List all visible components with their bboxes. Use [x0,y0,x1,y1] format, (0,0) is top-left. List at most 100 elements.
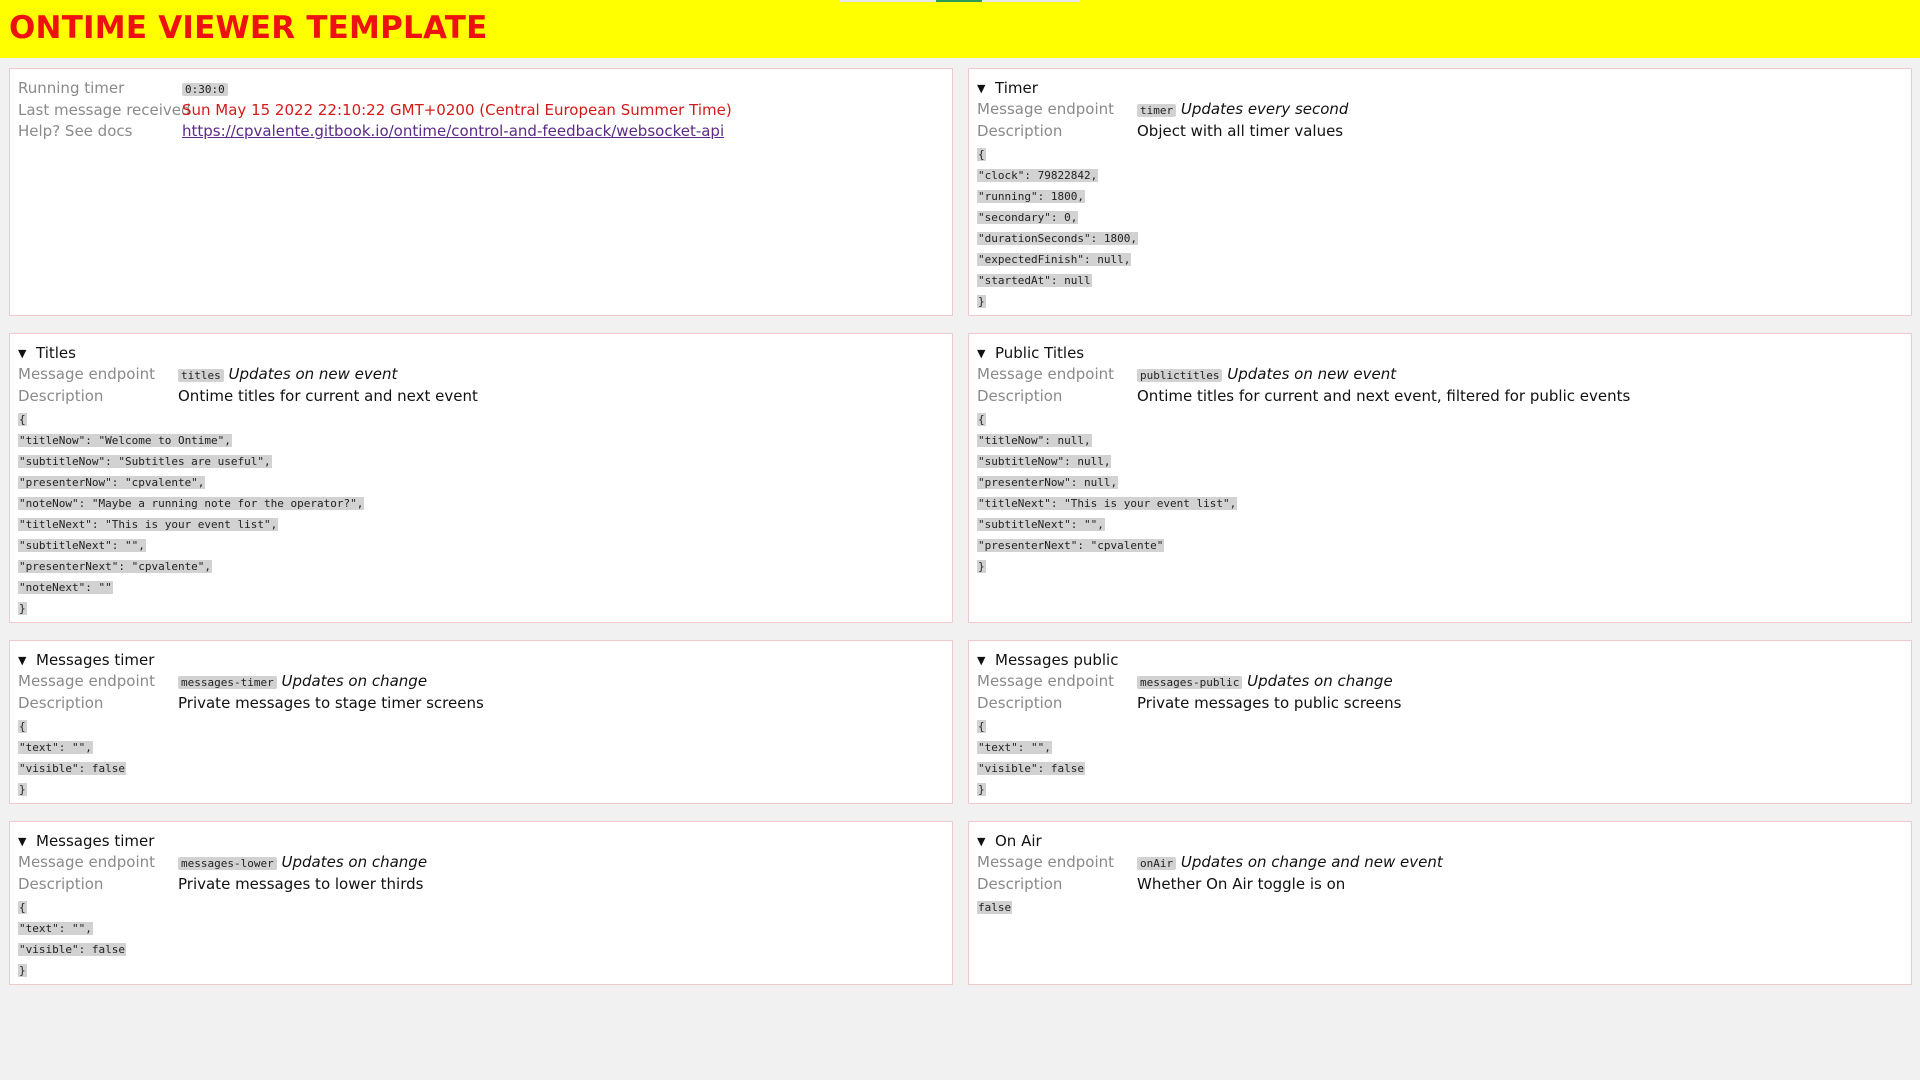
json-line: } [18,783,27,796]
json-line: "expectedFinish": null, [977,253,1132,266]
json-line: "visible": false [18,762,126,775]
on-air-panel: ▼ On Air Message endpoint onAir Updates on… [968,821,1912,985]
json-line: "subtitleNext": "", [18,539,146,552]
json-line: "titleNow": "Welcome to Ontime", [18,434,232,447]
status-panel: Running timer 0:30:0 Last message receiv… [9,68,953,316]
endpoint-label: Message endpoint [977,365,1115,383]
timer-description: Object with all timer values [1137,122,1344,140]
json-line: "subtitleNow": null, [977,455,1112,468]
docs-link[interactable]: https://cpvalente.gitbook.io/ontime/cont… [182,121,724,142]
titles-panel: ▼ Titles Message endpoint titles Updates o… [9,333,953,623]
json-line: "startedAt": null [977,274,1092,287]
json-line: } [18,602,27,615]
page-title: ONTIME VIEWER TEMPLATE [9,10,488,46]
titles-summary[interactable]: ▼ Titles [18,343,944,364]
messages-public-description: Private messages to public screens [1137,694,1402,712]
last-message-row: Last message received Sun May 15 2022 22… [18,100,944,121]
public-titles-panel: ▼ Public Titles Message endpoint publictit… [968,333,1912,623]
endpoint-label: Message endpoint [18,853,156,871]
json-line: "subtitleNow": "Subtitles are useful", [18,455,272,468]
json-line: "noteNow": "Maybe a running note for the… [18,497,365,510]
json-line: "presenterNext": "cpvalente", [18,560,213,573]
description-label: Description [18,875,104,893]
json-line: "visible": false [18,943,126,956]
running-timer-row: Running timer 0:30:0 [18,78,944,100]
description-label: Description [977,122,1063,140]
timer-update: Updates every second [1180,100,1349,118]
messages-public-title: Messages public [995,651,1119,669]
json-line: { [18,413,27,426]
messages-lower-summary[interactable]: ▼ Messages timer [18,831,944,852]
help-row: Help? See docs https://cpvalente.gitbook… [18,121,944,142]
expand-triangle-icon: ▼ [18,654,27,667]
description-label: Description [977,387,1063,405]
running-timer-label: Running timer [18,79,125,97]
messages-public-endpoint: messages-public [1137,676,1243,689]
messages-timer-panel: ▼ Messages timer Message endpoint messages… [9,640,953,804]
expand-triangle-icon: ▼ [977,835,986,848]
messages-public-json: { "text": "", "visible": false } [977,715,1903,799]
messages-lower-endpoint: messages-lower [178,857,277,870]
messages-public-panel: ▼ Messages public Message endpoint message… [968,640,1912,804]
json-line: } [977,560,986,573]
timer-endpoint: timer [1137,104,1177,117]
messages-public-summary[interactable]: ▼ Messages public [977,650,1903,671]
description-label: Description [18,387,104,405]
timer-panel: ▼ Timer Message endpoint timer Updates eve… [968,68,1912,316]
json-line: "subtitleNext": "", [977,518,1105,531]
on-air-endpoint: onAir [1137,857,1177,870]
messages-lower-json: { "text": "", "visible": false } [18,896,944,980]
json-line: } [18,964,27,977]
json-line: "presenterNow": null, [977,476,1119,489]
messages-lower-description: Private messages to lower thirds [178,875,424,893]
titles-title: Titles [36,344,76,362]
json-line: } [977,295,986,308]
endpoint-label: Message endpoint [977,672,1115,690]
on-air-update: Updates on change and new event [1180,853,1443,871]
expand-triangle-icon: ▼ [18,835,27,848]
expand-triangle-icon: ▼ [18,347,27,360]
messages-timer-summary[interactable]: ▼ Messages timer [18,650,944,671]
on-air-json: false [977,896,1903,917]
titles-json: { "titleNow": "Welcome to Ontime", "subt… [18,408,944,618]
json-line: "clock": 79822842, [977,169,1099,182]
top-progress-bar [840,0,1080,2]
json-line: "running": 1800, [977,190,1085,203]
json-line: { [18,720,27,733]
public-titles-description: Ontime titles for current and next event… [1137,387,1631,405]
titles-update: Updates on new event [228,365,398,383]
on-air-description: Whether On Air toggle is on [1137,875,1346,893]
timer-title: Timer [995,79,1038,97]
messages-public-update: Updates on change [1247,672,1393,690]
json-line: false [977,901,1013,914]
public-titles-json: { "titleNow": null, "subtitleNow": null,… [977,408,1903,576]
endpoint-label: Message endpoint [18,672,156,690]
timer-summary[interactable]: ▼ Timer [977,78,1903,99]
json-line: "noteNext": "" [18,581,113,594]
page-header: ONTIME VIEWER TEMPLATE [0,0,1920,58]
description-label: Description [18,694,104,712]
expand-triangle-icon: ▼ [977,347,986,360]
timer-json: { "clock": 79822842, "running": 1800, "s… [977,143,1903,311]
endpoint-label: Message endpoint [18,365,156,383]
json-line: "durationSeconds": 1800, [977,232,1138,245]
messages-lower-update: Updates on change [281,853,428,871]
json-line: "text": "", [977,741,1052,754]
json-line: "text": "", [18,922,93,935]
json-line: "text": "", [18,741,93,754]
top-progress-accent [936,0,982,2]
titles-endpoint: titles [178,369,224,382]
help-label: Help? See docs [18,122,133,140]
running-timer-value: 0:30:0 [182,83,228,96]
titles-description: Ontime titles for current and next event [178,387,478,405]
json-line: { [977,720,986,733]
on-air-title: On Air [995,832,1042,850]
json-line: "titleNow": null, [977,434,1092,447]
expand-triangle-icon: ▼ [977,654,986,667]
on-air-summary[interactable]: ▼ On Air [977,831,1903,852]
messages-timer-description: Private messages to stage timer screens [178,694,484,712]
messages-timer-title: Messages timer [36,651,155,669]
public-titles-endpoint: publictitles [1137,369,1223,382]
public-titles-summary[interactable]: ▼ Public Titles [977,343,1903,364]
messages-lower-panel: ▼ Messages timer Message endpoint messages… [9,821,953,985]
